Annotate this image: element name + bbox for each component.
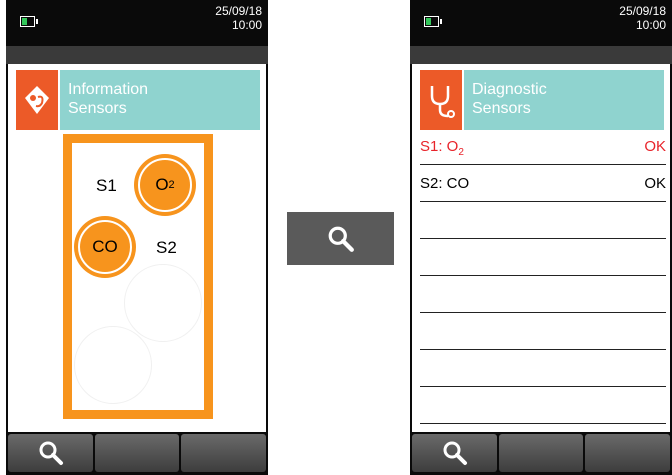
empty-row	[420, 387, 666, 424]
search-icon	[443, 441, 467, 465]
softkey-3[interactable]	[585, 434, 671, 472]
empty-sensor-slot	[74, 326, 152, 404]
empty-row	[420, 313, 666, 350]
sensor-row-name-text: S1: O	[420, 138, 459, 155]
status-bar: 25/09/18 10:00	[6, 0, 268, 44]
title-bar	[6, 46, 268, 64]
info-tag-icon	[16, 70, 58, 130]
softkey-search[interactable]	[8, 434, 93, 472]
softkey-search[interactable]	[412, 434, 497, 472]
search-icon	[328, 226, 354, 252]
sensor-label-s1: S1	[96, 176, 117, 195]
search-icon	[39, 441, 63, 465]
softkey-2[interactable]	[498, 434, 584, 472]
left-device-screen: 25/09/18 10:00 Information Sensors S1 O2…	[6, 0, 268, 475]
empty-sensor-slot	[124, 264, 202, 342]
sensor-o2-subscript: 2	[168, 179, 175, 191]
time-text: 10:00	[635, 18, 666, 32]
diagnostic-sensors-screen: Diagnostic Sensors S1: O2 OK S2: CO OK	[412, 64, 670, 432]
softkey-bar	[412, 434, 671, 472]
stethoscope-icon	[420, 70, 462, 130]
header-title: Information Sensors	[60, 70, 260, 130]
sensor-row[interactable]: S1: O2 OK	[420, 128, 666, 165]
softkey-2[interactable]	[94, 434, 180, 472]
datetime: 25/09/18 10:00	[619, 4, 666, 32]
empty-row	[420, 202, 666, 239]
time-text: 10:00	[231, 18, 262, 32]
status-bar: 25/09/18 10:00	[410, 0, 672, 44]
header-line1: Diagnostic	[472, 81, 547, 98]
information-sensors-screen: Information Sensors S1 O2 CO S2	[8, 64, 266, 432]
sensor-row-name: S1: O2	[420, 138, 464, 158]
header-line2: Sensors	[68, 100, 127, 117]
empty-row	[420, 239, 666, 276]
header-line2: Sensors	[472, 100, 531, 117]
datetime: 25/09/18 10:00	[215, 4, 262, 32]
sensor-row-status: OK	[644, 175, 666, 192]
battery-icon	[424, 16, 442, 27]
header-title: Diagnostic Sensors	[464, 70, 664, 130]
date-text: 25/09/18	[215, 4, 262, 18]
sensor-o2[interactable]: O2	[134, 154, 196, 216]
title-bar	[410, 46, 672, 64]
sensor-co-name: CO	[78, 220, 132, 274]
date-text: 25/09/18	[619, 4, 666, 18]
sensor-co[interactable]: CO	[74, 216, 136, 278]
sensor-row-subscript: 2	[458, 147, 464, 158]
sensor-row-name: S2: CO	[420, 175, 470, 192]
battery-icon	[20, 16, 38, 27]
right-device-screen: 25/09/18 10:00 Diagnostic Sensors S1: O2…	[410, 0, 672, 475]
sensor-row-status: OK	[644, 138, 666, 155]
search-action-button[interactable]	[287, 212, 394, 265]
empty-row	[420, 350, 666, 387]
header-line1: Information	[68, 81, 149, 98]
softkey-bar	[8, 434, 267, 472]
empty-row	[420, 276, 666, 313]
sensor-o2-name: O	[155, 175, 169, 194]
sensor-row[interactable]: S2: CO OK	[420, 165, 666, 202]
sensor-label-s2: S2	[156, 238, 177, 257]
softkey-3[interactable]	[181, 434, 267, 472]
